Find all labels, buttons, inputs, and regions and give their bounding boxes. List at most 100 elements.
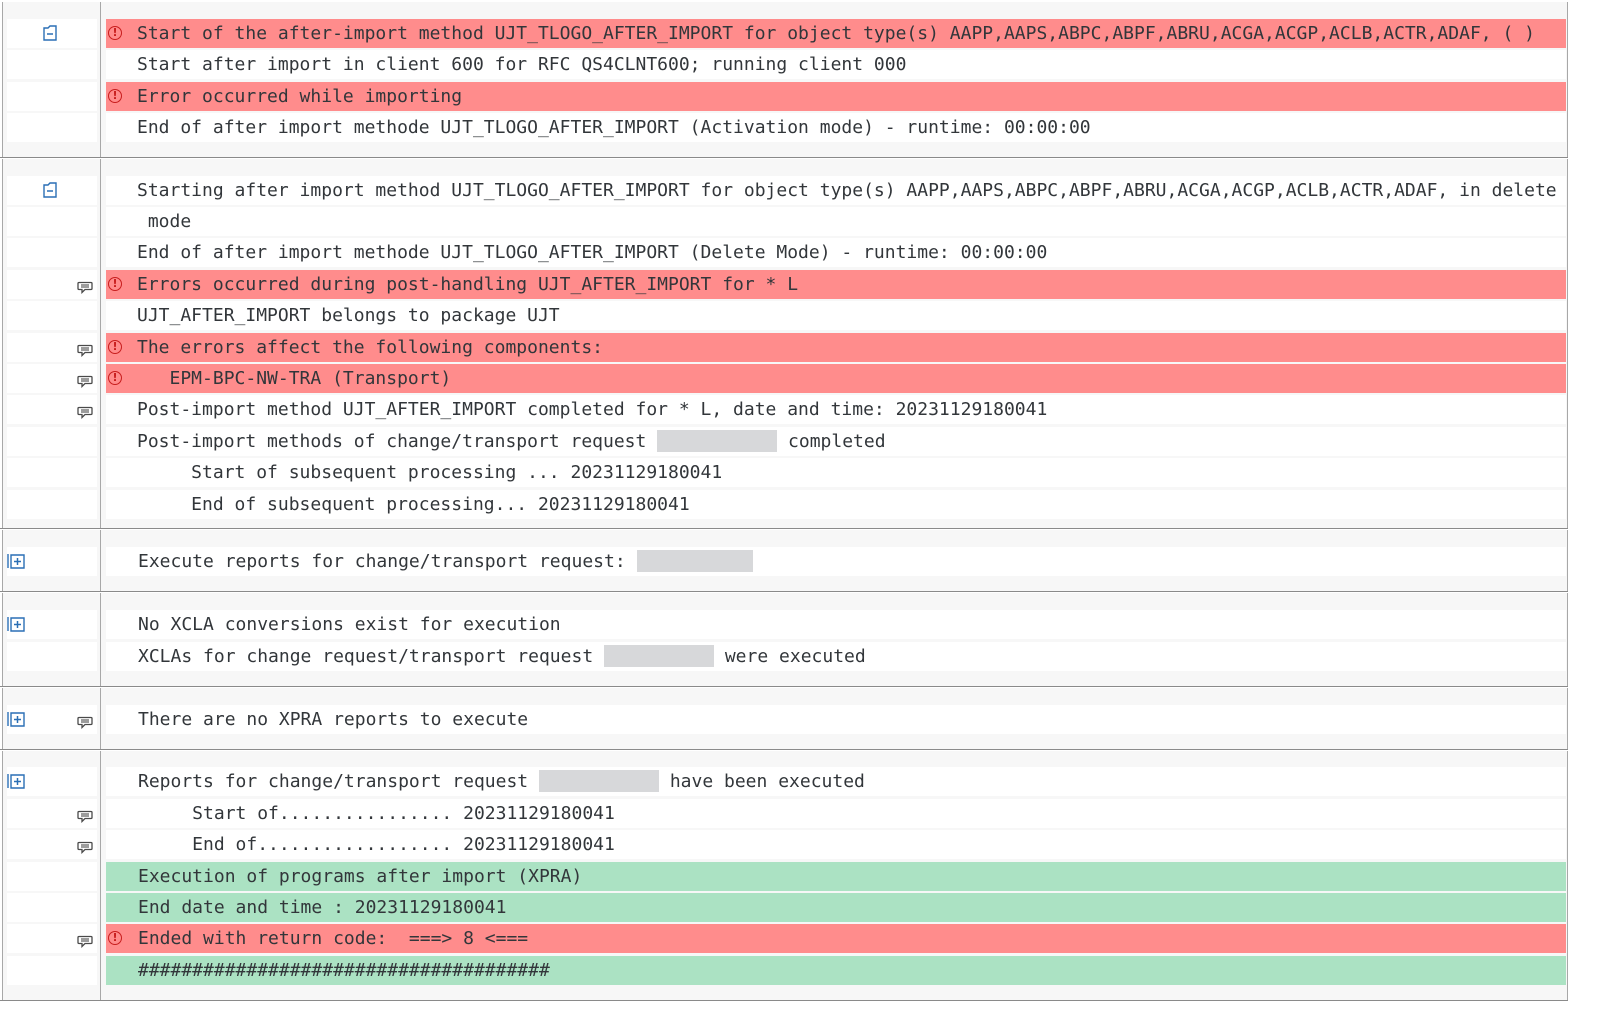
message-long-text-icon[interactable] (77, 372, 93, 389)
collapse-node-icon[interactable] (40, 24, 60, 42)
message-text: Execution of programs after import (XPRA… (138, 862, 582, 892)
log-row: End of after import methode UJT_TLOGO_AF… (3, 112, 1567, 143)
log-section: Reports for change/transport request hav… (2, 751, 1568, 1000)
log-row: End of after import methode UJT_TLOGO_AF… (3, 237, 1567, 268)
message-text: There are no XPRA reports to execute (138, 705, 528, 735)
row-gutter-cell (7, 458, 97, 487)
row-gutter-cell (7, 113, 97, 142)
redacted-request-id (657, 429, 778, 452)
message-long-text-icon[interactable] (77, 341, 93, 358)
message-text-main: No XCLA conversions exist for execution (138, 614, 561, 635)
message-text-main: XCLAs for change request/transport reque… (138, 646, 594, 667)
error-icon: ! (108, 340, 122, 354)
error-icon: ! (108, 26, 122, 40)
log-row: Post-import methods of change/transport … (3, 426, 1567, 457)
error-icon: ! (108, 89, 122, 103)
row-gutter-cell (7, 427, 97, 456)
row-gutter-cell (7, 238, 97, 267)
message-long-text-icon[interactable] (77, 278, 93, 295)
log-section: Execute reports for change/transport req… (2, 530, 1568, 591)
message-text-main: Start of................ 20231129180041 (138, 803, 615, 824)
message-text: End of after import methode UJT_TLOGO_AF… (137, 113, 1091, 143)
log-section: There are no XPRA reports to execute (2, 688, 1568, 749)
log-row: ! Errors occurred during post-handling UJ… (3, 269, 1567, 300)
collapse-node-icon[interactable] (40, 181, 60, 199)
message-text-main: The errors affect the following componen… (137, 337, 603, 358)
message-text: Ended with return code: ===> 8 <=== (138, 924, 528, 954)
message-text-main: Starting after import method UJT_TLOGO_A… (137, 180, 1557, 201)
expand-node-icon[interactable] (7, 710, 27, 728)
log-row: ! The errors affect the following compone… (3, 332, 1567, 363)
message-long-text-icon[interactable] (77, 932, 93, 949)
redacted-request-id (604, 644, 714, 667)
message-text: UJT_AFTER_IMPORT belongs to package UJT (137, 301, 560, 331)
row-gutter-cell (7, 50, 97, 79)
error-icon: ! (108, 277, 122, 291)
row-message-cell (106, 207, 1566, 236)
message-text-main: Error occurred while importing (137, 86, 463, 107)
message-text: Execute reports for change/transport req… (138, 547, 753, 577)
message-text-main: EPM-BPC-NW-TRA (Transport) (137, 368, 452, 389)
row-gutter-cell (7, 82, 97, 111)
log-row: There are no XPRA reports to execute (3, 704, 1567, 735)
log-row: Start of subsequent processing ... 20231… (3, 457, 1567, 488)
message-text: Reports for change/transport request hav… (138, 767, 865, 797)
log-row: Post-import method UJT_AFTER_IMPORT comp… (3, 394, 1567, 425)
message-text: End of subsequent processing... 20231129… (137, 490, 690, 520)
log-row: Execution of programs after import (XPRA… (3, 861, 1567, 892)
redacted-request-id (636, 549, 753, 572)
message-text-main: There are no XPRA reports to execute (138, 709, 529, 730)
log-row: Start after import in client 600 for RFC… (3, 49, 1567, 80)
log-row: ! Error occurred while importing (3, 81, 1567, 112)
message-text: Start of the after-import method UJT_TLO… (137, 19, 1535, 49)
log-row: UJT_AFTER_IMPORT belongs to package UJT (3, 300, 1567, 331)
message-long-text-icon[interactable] (77, 713, 93, 730)
message-text: Error occurred while importing (137, 82, 462, 112)
log-row: No XCLA conversions exist for execution (3, 609, 1567, 640)
message-text: Start after import in client 600 for RFC… (137, 50, 906, 80)
message-text-after: were executed (724, 646, 866, 667)
error-icon: ! (108, 371, 122, 385)
log-section: ! Start of the after-import method UJT_TL… (2, 2, 1568, 157)
message-long-text-icon[interactable] (77, 807, 93, 824)
message-long-text-icon[interactable] (77, 403, 93, 420)
row-gutter-cell (7, 862, 97, 891)
message-text-main: Reports for change/transport request (138, 771, 529, 792)
message-text-main: Execute reports for change/transport req… (138, 551, 626, 572)
message-text-main: End of after import methode UJT_TLOGO_AF… (137, 242, 1048, 263)
log-row: ###################################### (3, 955, 1567, 986)
row-gutter-cell (7, 301, 97, 330)
message-text-after: have been executed (669, 771, 865, 792)
expand-node-icon[interactable] (7, 615, 27, 633)
log-row: ! Start of the after-import method UJT_TL… (3, 18, 1567, 49)
message-long-text-icon[interactable] (77, 838, 93, 855)
log-row: ! EPM-BPC-NW-TRA (Transport) (3, 363, 1567, 394)
message-text-main: UJT_AFTER_IMPORT belongs to package UJT (137, 305, 560, 326)
expand-node-icon[interactable] (7, 552, 27, 570)
message-text: End of.................. 20231129180041 (138, 830, 615, 860)
log-row: End of.................. 20231129180041 (3, 829, 1567, 860)
error-icon: ! (108, 931, 122, 945)
row-gutter-cell (7, 956, 97, 985)
section-separator (0, 686, 1568, 687)
message-text: Post-import methods of change/transport … (137, 427, 886, 457)
message-text-main: Start of the after-import method UJT_TLO… (137, 23, 1535, 44)
log-row: ! Ended with return code: ===> 8 <=== (3, 923, 1567, 954)
message-text-main: mode (137, 211, 192, 232)
log-row: Reports for change/transport request hav… (3, 766, 1567, 797)
log-row: Starting after import method UJT_TLOGO_A… (3, 175, 1567, 206)
message-text-main: Errors occurred during post-handling UJT… (137, 274, 799, 295)
expand-node-icon[interactable] (7, 772, 27, 790)
log-row: Start of................ 20231129180041 (3, 798, 1567, 829)
message-text-main: ###################################### (138, 960, 550, 981)
message-text-main: Post-import method UJT_AFTER_IMPORT comp… (137, 399, 1048, 420)
log-row: End of subsequent processing... 20231129… (3, 489, 1567, 520)
section-separator (0, 749, 1568, 750)
message-text: Starting after import method UJT_TLOGO_A… (137, 176, 1557, 206)
message-text: Start of subsequent processing ... 20231… (137, 458, 722, 488)
message-text: Start of................ 20231129180041 (138, 799, 615, 829)
section-separator (0, 528, 1568, 529)
message-text-after: completed (788, 431, 886, 452)
message-text-main: Ended with return code: ===> 8 <=== (138, 928, 529, 949)
message-text: mode (137, 207, 191, 237)
